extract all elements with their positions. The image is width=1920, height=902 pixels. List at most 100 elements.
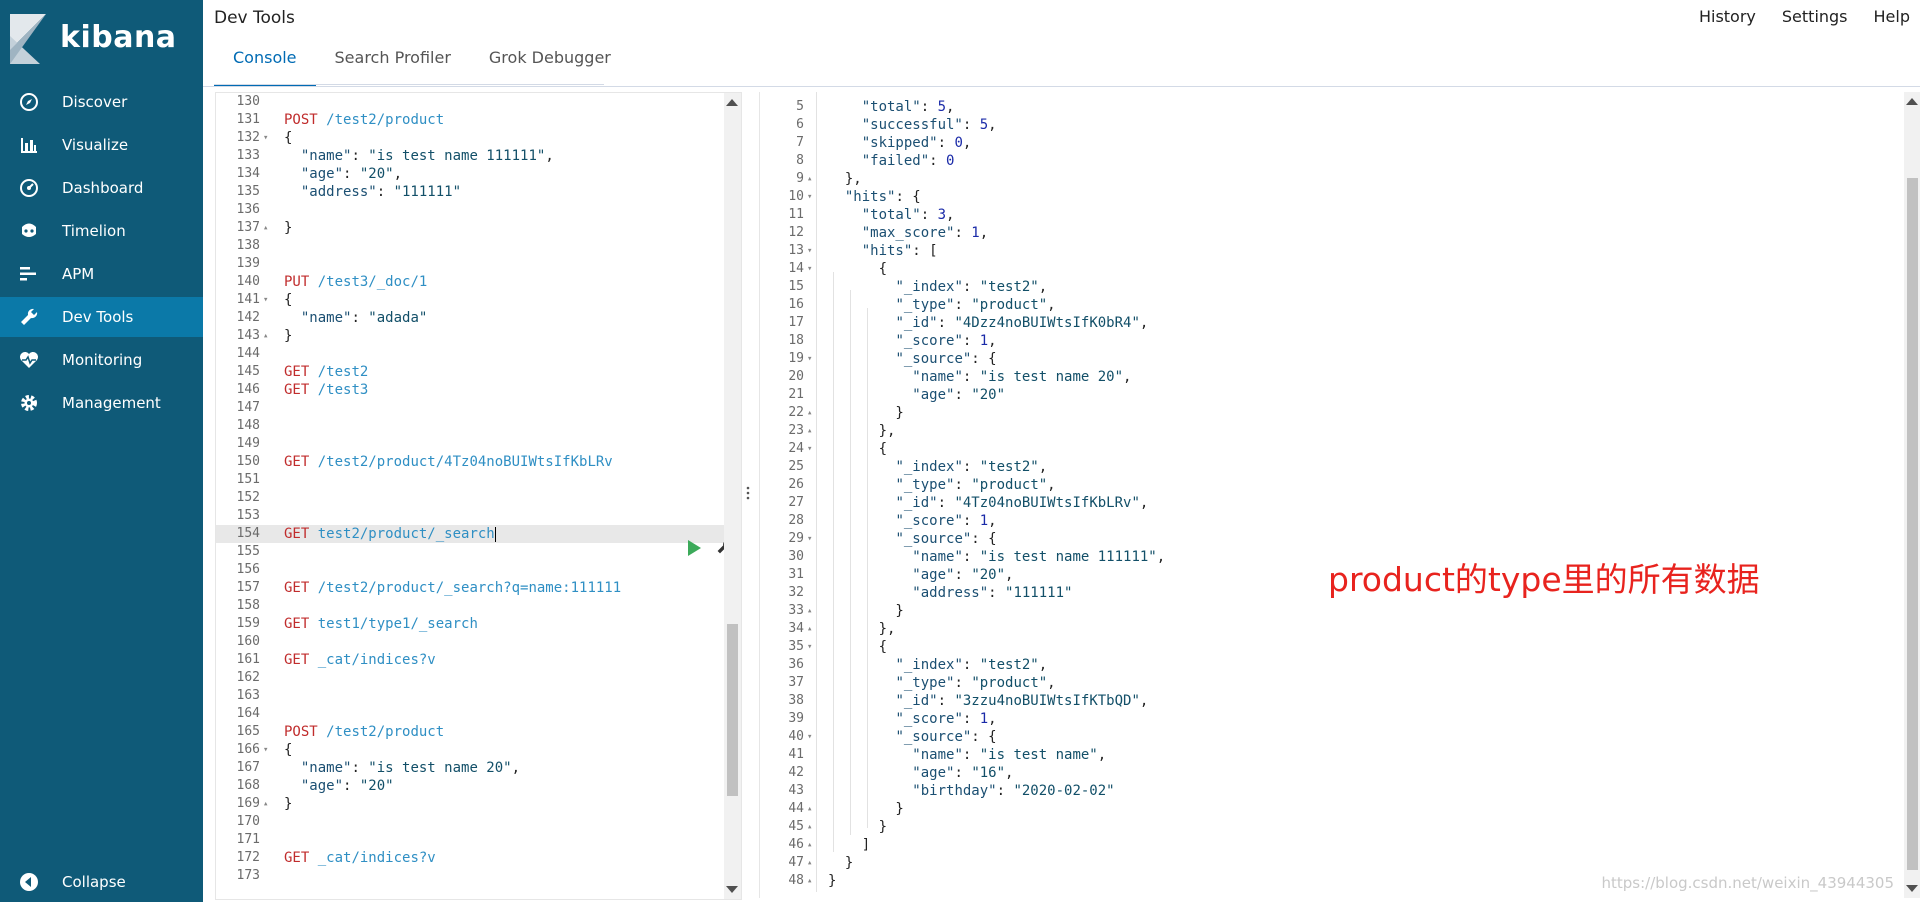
- code-line[interactable]: 136: [216, 201, 724, 219]
- code-line[interactable]: 144: [216, 345, 724, 363]
- fold-toggle-icon[interactable]: ▴: [807, 818, 812, 836]
- tab-search-profiler[interactable]: Search Profiler: [316, 46, 470, 84]
- fold-toggle-icon[interactable]: ▴: [263, 795, 268, 813]
- tab-console[interactable]: Console: [214, 46, 316, 86]
- code-line[interactable]: 148: [216, 417, 724, 435]
- fold-toggle-icon[interactable]: ▴: [807, 620, 812, 638]
- code-line[interactable]: 139: [216, 255, 724, 273]
- code-line[interactable]: 46 ▴ ]: [760, 836, 1900, 854]
- fold-toggle-icon[interactable]: ▴: [807, 602, 812, 620]
- code-line[interactable]: 8 "failed": 0: [760, 152, 1900, 170]
- run-request-button[interactable]: [688, 540, 701, 556]
- fold-toggle-icon[interactable]: ▴: [807, 836, 812, 854]
- scroll-up-icon[interactable]: [726, 99, 738, 106]
- code-line[interactable]: 150 GET /test2/product/4Tz04noBUIWtsIfKbL…: [216, 453, 724, 471]
- code-line[interactable]: 134 "age": "20",: [216, 165, 724, 183]
- scroll-up-icon[interactable]: [1906, 98, 1918, 105]
- code-line[interactable]: 132 ▾ {: [216, 129, 724, 147]
- code-line[interactable]: 160: [216, 633, 724, 651]
- code-line[interactable]: 156: [216, 561, 724, 579]
- code-line[interactable]: 5 "total": 5,: [760, 98, 1900, 116]
- sidebar-item-visualize[interactable]: Visualize: [0, 125, 203, 165]
- fold-toggle-icon[interactable]: ▾: [263, 129, 268, 147]
- fold-toggle-icon[interactable]: ▴: [263, 327, 268, 345]
- code-line[interactable]: 23 ▴ },: [760, 422, 1900, 440]
- sidebar-item-apm[interactable]: APM: [0, 254, 203, 294]
- code-line[interactable]: 38 "_id": "3zzu4noBUIWtsIfKTbQD",: [760, 692, 1900, 710]
- code-line[interactable]: 28 "_score": 1,: [760, 512, 1900, 530]
- output-scrollbar[interactable]: [1904, 92, 1920, 898]
- code-line[interactable]: 140 PUT /test3/_doc/1: [216, 273, 724, 291]
- code-line[interactable]: 19 ▾ "_source": {: [760, 350, 1900, 368]
- code-line[interactable]: 10 ▾ "hits": {: [760, 188, 1900, 206]
- code-line[interactable]: 43 "birthday": "2020-02-02": [760, 782, 1900, 800]
- fold-toggle-icon[interactable]: ▾: [807, 440, 812, 458]
- request-editor[interactable]: 130 131 POST /test2/product 132 ▾{133 "name"…: [215, 92, 742, 900]
- tab-grok-debugger[interactable]: Grok Debugger: [470, 46, 630, 84]
- code-line[interactable]: 39 "_score": 1,: [760, 710, 1900, 728]
- fold-toggle-icon[interactable]: ▴: [807, 854, 812, 872]
- code-line[interactable]: 167 "name": "is test name 20",: [216, 759, 724, 777]
- code-line[interactable]: 12 "max_score": 1,: [760, 224, 1900, 242]
- code-line[interactable]: 17 "_id": "4Dzz4noBUIWtsIfK0bR4",: [760, 314, 1900, 332]
- code-line[interactable]: 159 GET test1/type1/_search: [216, 615, 724, 633]
- fold-toggle-icon[interactable]: ▾: [807, 260, 812, 278]
- code-line[interactable]: 47 ▴ }: [760, 854, 1900, 872]
- code-line[interactable]: 158: [216, 597, 724, 615]
- code-line[interactable]: 7 "skipped": 0,: [760, 134, 1900, 152]
- code-line[interactable]: 161 GET _cat/indices?v: [216, 651, 724, 669]
- fold-toggle-icon[interactable]: ▴: [807, 404, 812, 422]
- fold-toggle-icon[interactable]: ▴: [263, 219, 268, 237]
- code-line[interactable]: 145 GET /test2: [216, 363, 724, 381]
- scroll-down-icon[interactable]: [726, 886, 738, 893]
- code-line[interactable]: 40 ▾ "_source": {: [760, 728, 1900, 746]
- code-line[interactable]: 151: [216, 471, 724, 489]
- code-line[interactable]: 33 ▴ }: [760, 602, 1900, 620]
- code-line[interactable]: 9 ▴ },: [760, 170, 1900, 188]
- scroll-thumb[interactable]: [727, 624, 738, 796]
- code-line[interactable]: 44 ▴ }: [760, 800, 1900, 818]
- code-line[interactable]: 135 "address": "111111": [216, 183, 724, 201]
- fold-toggle-icon[interactable]: ▾: [807, 530, 812, 548]
- collapse-button[interactable]: Collapse: [0, 862, 203, 902]
- sidebar-item-dev-tools[interactable]: Dev Tools: [0, 297, 203, 337]
- sidebar-item-timelion[interactable]: Timelion: [0, 211, 203, 251]
- code-line[interactable]: 143 ▴}: [216, 327, 724, 345]
- code-line[interactable]: 154 GET test2/product/_search: [216, 525, 724, 543]
- help-link[interactable]: Help: [1874, 7, 1910, 26]
- sidebar-item-management[interactable]: Management: [0, 383, 203, 423]
- code-line[interactable]: 168 "age": "20": [216, 777, 724, 795]
- code-line[interactable]: 21 "age": "20": [760, 386, 1900, 404]
- fold-toggle-icon[interactable]: ▾: [807, 350, 812, 368]
- code-line[interactable]: 149: [216, 435, 724, 453]
- code-line[interactable]: 24 ▾ {: [760, 440, 1900, 458]
- code-line[interactable]: 15 "_index": "test2",: [760, 278, 1900, 296]
- code-line[interactable]: 42 "age": "16",: [760, 764, 1900, 782]
- code-line[interactable]: 14 ▾ {: [760, 260, 1900, 278]
- fold-toggle-icon[interactable]: ▾: [807, 638, 812, 656]
- code-line[interactable]: 153: [216, 507, 724, 525]
- code-line[interactable]: 16 "_type": "product",: [760, 296, 1900, 314]
- settings-link[interactable]: Settings: [1782, 7, 1848, 26]
- code-line[interactable]: 147: [216, 399, 724, 417]
- fold-toggle-icon[interactable]: ▴: [807, 800, 812, 818]
- code-line[interactable]: 166 ▾ {: [216, 741, 724, 759]
- code-line[interactable]: 26 "_type": "product",: [760, 476, 1900, 494]
- fold-toggle-icon[interactable]: ▾: [263, 291, 268, 309]
- code-line[interactable]: 20 "name": "is test name 20",: [760, 368, 1900, 386]
- code-line[interactable]: 130: [216, 93, 724, 111]
- code-line[interactable]: 157 GET /test2/product/_search?q=name:111…: [216, 579, 724, 597]
- code-line[interactable]: 45 ▴ }: [760, 818, 1900, 836]
- fold-toggle-icon[interactable]: ▾: [807, 242, 812, 260]
- code-line[interactable]: 171: [216, 831, 724, 849]
- fold-toggle-icon[interactable]: ▴: [807, 170, 812, 188]
- code-line[interactable]: 141 ▾ {: [216, 291, 724, 309]
- code-line[interactable]: 170: [216, 813, 724, 831]
- sidebar-item-discover[interactable]: Discover: [0, 82, 203, 122]
- history-link[interactable]: History: [1699, 7, 1756, 26]
- code-line[interactable]: 146 GET /test3: [216, 381, 724, 399]
- response-output[interactable]: 5 "total": 5, 6 "successful": 5, 7 "skippe…: [759, 92, 1920, 898]
- sidebar-item-dashboard[interactable]: Dashboard: [0, 168, 203, 208]
- code-line[interactable]: 152: [216, 489, 724, 507]
- code-line[interactable]: 163: [216, 687, 724, 705]
